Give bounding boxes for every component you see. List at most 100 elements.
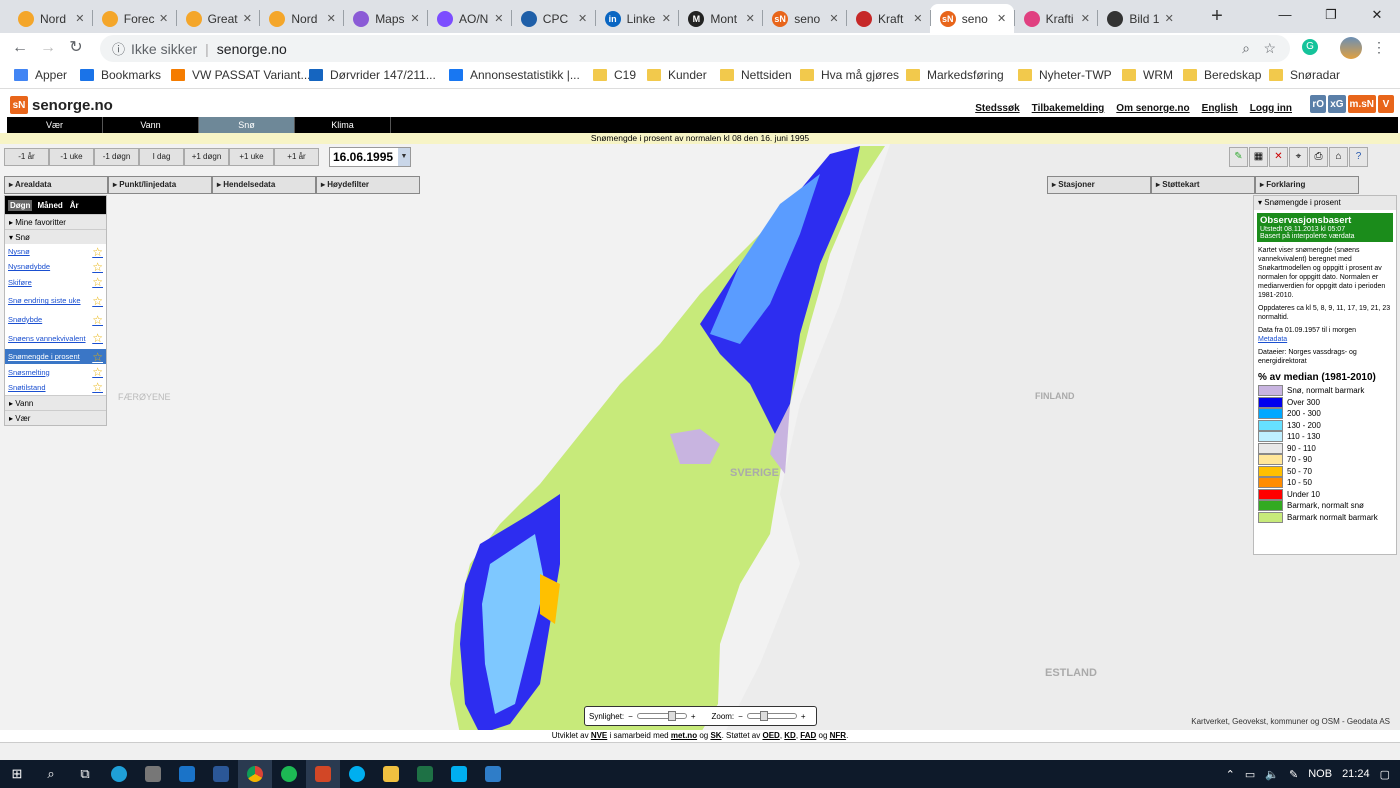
top-link[interactable]: Om senorge.no	[1116, 103, 1189, 114]
nav-tab[interactable]: Klima	[295, 117, 391, 133]
clock[interactable]: 21:24	[1342, 768, 1370, 780]
visibility-minus-button[interactable]: −	[628, 712, 633, 721]
grammarly-icon[interactable]: G	[1302, 39, 1318, 55]
excel-icon[interactable]	[408, 760, 442, 788]
browser-tab[interactable]: Maps ✕	[343, 4, 427, 33]
windows-start-icon[interactable]: ⊞	[0, 760, 34, 788]
help-icon[interactable]: ?	[1349, 147, 1368, 167]
right-tool-tab[interactable]: ▸ Stasjoner	[1047, 176, 1151, 194]
tab-close-icon[interactable]: ✕	[239, 12, 255, 25]
snow-layer-item[interactable]: Snø endring siste uke ☆	[5, 290, 106, 312]
bookmark-item[interactable]: Annonsestatistikk |...	[449, 68, 580, 82]
legend-panel-header[interactable]: ▾ Snømengde i prosent	[1254, 196, 1396, 210]
clear-icon[interactable]: ✕	[1269, 147, 1288, 167]
footer-link-nve[interactable]: NVE	[591, 731, 607, 740]
menu-icon[interactable]: ⋮	[1372, 39, 1386, 56]
top-link[interactable]: Tilbakemelding	[1032, 103, 1105, 114]
left-tool-tab[interactable]: ▸ Høydefilter	[316, 176, 420, 194]
visibility-slider[interactable]	[636, 711, 687, 721]
left-tool-tab[interactable]: ▸ Hendelsedata	[212, 176, 316, 194]
new-tab-button[interactable]: +	[1206, 5, 1228, 27]
profile-avatar[interactable]	[1340, 37, 1362, 59]
favorite-star-icon[interactable]: ☆	[92, 365, 103, 379]
bookmark-item[interactable]: Beredskap	[1183, 68, 1261, 82]
date-step-button[interactable]: +1 år	[274, 148, 319, 166]
period-tab[interactable]: Døgn	[8, 199, 33, 211]
right-tool-tab[interactable]: ▸ Forklaring	[1255, 176, 1359, 194]
close-window-button[interactable]: ✕	[1354, 0, 1400, 30]
tab-close-icon[interactable]: ✕	[491, 12, 507, 25]
forward-icon[interactable]: →	[38, 38, 58, 58]
back-icon[interactable]: ←	[10, 38, 30, 58]
snow-layer-item[interactable]: Nysnø ☆	[5, 244, 106, 259]
favorite-star-icon[interactable]: ☆	[92, 294, 103, 308]
browser-tab[interactable]: CPC ✕	[511, 4, 595, 33]
tab-close-icon[interactable]: ✕	[323, 12, 339, 25]
favorite-star-icon[interactable]: ☆	[92, 275, 103, 289]
coordinates-icon[interactable]: ⌖	[1289, 147, 1308, 167]
top-icon-button[interactable]: m.sN	[1347, 95, 1376, 113]
bookmark-item[interactable]: Kunder	[647, 68, 707, 82]
browser-tab[interactable]: AO/N ✕	[427, 4, 511, 33]
section-vaer[interactable]: ▸ Vær	[5, 410, 106, 426]
site-logo[interactable]: sN senorge.no	[10, 96, 113, 114]
footer-link-sk[interactable]: SK	[710, 731, 721, 740]
skype-icon[interactable]	[340, 760, 374, 788]
snow-layer-item[interactable]: Snødybde ☆	[5, 312, 106, 327]
tab-close-icon[interactable]: ✕	[575, 12, 591, 25]
url-field[interactable]: ⓘ Ikke sikker | senorge.no ⌕ ☆	[100, 35, 1290, 62]
tab-close-icon[interactable]: ✕	[1077, 12, 1093, 25]
favorite-star-icon[interactable]: ☆	[92, 350, 103, 364]
calendar-dropdown-icon[interactable]: ▼	[398, 148, 410, 166]
map-canvas[interactable]: FINLAND SVERIGE ESTLAND FÆRØYENE	[0, 144, 1400, 742]
home-icon[interactable]: ⌂	[1329, 147, 1348, 167]
powerpoint-icon[interactable]	[306, 760, 340, 788]
volume-icon[interactable]: 🔈	[1265, 768, 1279, 781]
bookmark-item[interactable]: VW PASSAT Variant...	[171, 68, 310, 82]
network-icon[interactable]: ▭	[1245, 768, 1255, 781]
period-tab[interactable]: År	[68, 200, 81, 211]
snow-layer-item[interactable]: Snømengde i prosent ☆	[5, 349, 106, 365]
snow-layer-item[interactable]: Skiføre ☆	[5, 275, 106, 290]
chrome-icon[interactable]	[238, 760, 272, 788]
top-link[interactable]: Logg inn	[1250, 103, 1292, 114]
date-step-button[interactable]: +1 døgn	[184, 148, 229, 166]
footer-link-fad[interactable]: FAD	[800, 731, 816, 740]
metadata-link[interactable]: Metadata	[1258, 336, 1287, 343]
date-step-button[interactable]: I dag	[139, 148, 184, 166]
left-tool-tab[interactable]: ▸ Punkt/linjedata	[108, 176, 212, 194]
bookmark-item[interactable]: Apper	[14, 68, 67, 82]
date-step-button[interactable]: -1 uke	[49, 148, 94, 166]
bookmark-item[interactable]: Nettsiden	[720, 68, 792, 82]
print-icon[interactable]: ⎙	[1309, 147, 1328, 167]
browser-tab[interactable]: Bild 1 ✕	[1097, 4, 1181, 33]
notifications-icon[interactable]: ▢	[1380, 768, 1390, 781]
tab-close-icon[interactable]: ✕	[72, 12, 88, 25]
edge-icon[interactable]	[102, 760, 136, 788]
bookmark-item[interactable]: Snøradar	[1269, 68, 1340, 82]
zoom-slider[interactable]	[746, 711, 797, 721]
favorite-star-icon[interactable]: ☆	[92, 331, 103, 345]
bookmark-star-icon[interactable]: ☆	[1263, 40, 1276, 57]
footer-link-kd[interactable]: KD	[784, 731, 796, 740]
top-link[interactable]: English	[1202, 103, 1238, 114]
browser-tab[interactable]: Great ✕	[176, 4, 260, 33]
pen-tray-icon[interactable]: ✎	[1289, 768, 1298, 781]
date-input[interactable]: 16.06.1995 ▼	[329, 147, 411, 167]
minimize-button[interactable]: —	[1262, 0, 1308, 30]
visibility-plus-button[interactable]: +	[691, 712, 696, 721]
footer-link-oed[interactable]: OED	[762, 731, 779, 740]
top-icon-button[interactable]: V	[1378, 95, 1394, 113]
tab-close-icon[interactable]: ✕	[658, 12, 674, 25]
favorite-star-icon[interactable]: ☆	[92, 260, 103, 274]
map-area[interactable]: FINLAND SVERIGE ESTLAND FÆRØYENE -1 år -1…	[0, 144, 1400, 742]
zoom-minus-button[interactable]: −	[738, 712, 743, 721]
bookmark-item[interactable]: WRM	[1122, 68, 1173, 82]
search-icon[interactable]: ⌕	[34, 760, 68, 788]
browser-tab[interactable]: Nord ✕	[8, 4, 92, 33]
bookmark-item[interactable]: Markedsføring	[906, 68, 1004, 82]
browser-tab[interactable]: Kraft ✕	[846, 4, 930, 33]
spotify-icon[interactable]	[272, 760, 306, 788]
pen-icon[interactable]: ✎	[1229, 147, 1248, 167]
browser-tab[interactable]: in Linke ✕	[595, 4, 679, 33]
